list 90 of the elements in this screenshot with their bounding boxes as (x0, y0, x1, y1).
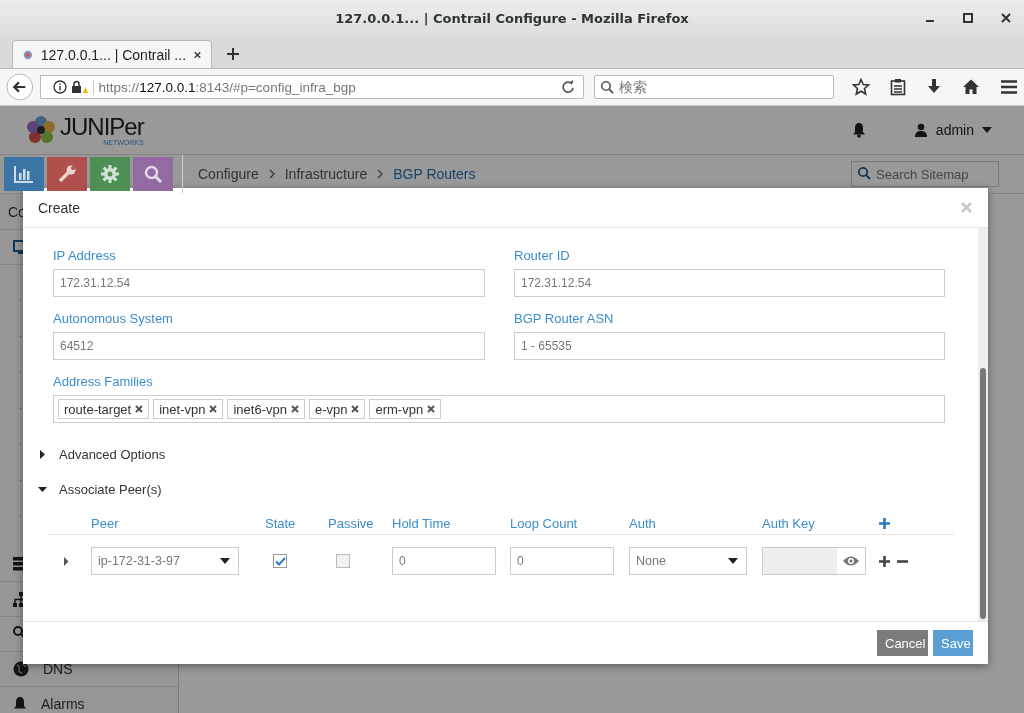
caret-icon (728, 558, 738, 564)
info-icon (52, 80, 67, 94)
auth-key-field[interactable] (762, 547, 866, 575)
add-icon[interactable] (879, 518, 890, 529)
save-button[interactable]: Save (933, 630, 973, 656)
tag-chip: erm-vpn (369, 399, 442, 419)
remove-icon[interactable] (135, 405, 144, 413)
column-header: Auth Key (762, 516, 816, 531)
breadcrumb-link[interactable]: BGP Routers (393, 166, 476, 182)
caret-icon (220, 558, 230, 564)
wrench-icon (57, 164, 77, 184)
breadcrumb-link[interactable]: Configure (198, 166, 259, 182)
chevron-icon (377, 169, 384, 179)
checkbox[interactable] (273, 554, 287, 568)
column-header: Loop Count (510, 516, 579, 531)
home-icon[interactable] (962, 78, 980, 96)
scrollbar[interactable] (978, 228, 988, 621)
gear-button[interactable] (90, 157, 130, 191)
close-icon[interactable] (194, 49, 201, 60)
add-icon[interactable] (879, 555, 890, 567)
text-field[interactable]: 172.31.12.54 (514, 269, 945, 297)
remove-icon[interactable] (427, 405, 436, 413)
dialog-title: Create (38, 199, 81, 216)
search-field[interactable]: 検索 (594, 75, 834, 99)
caret-right-icon[interactable] (62, 556, 70, 566)
column-header: Peer (91, 516, 120, 531)
section-toggle[interactable]: Advanced Options (38, 447, 166, 462)
wrench-button[interactable] (47, 157, 87, 191)
column-header: Hold Time (392, 516, 452, 531)
hold-time-field[interactable]: 0 (392, 547, 496, 575)
chevron-icon (268, 169, 275, 179)
remove-icon[interactable] (290, 405, 299, 413)
field-label: BGP Router ASN (514, 311, 615, 326)
caret-icon (982, 127, 992, 133)
column-header: State (265, 516, 297, 531)
url-field[interactable]: https://127.0.0.1:8143/#p=config_infra_bgp (39, 75, 584, 99)
lock-warning-icon (70, 80, 89, 94)
section-toggle[interactable]: Associate Peer(s) (38, 482, 162, 497)
bar-chart-icon (14, 165, 34, 183)
gear-icon (100, 164, 120, 184)
user-menu[interactable]: admin (913, 122, 992, 138)
checkbox[interactable] (336, 554, 350, 568)
eye-icon[interactable] (842, 555, 860, 567)
text-field[interactable]: 1 - 65535 (514, 332, 945, 360)
loop-count-field[interactable]: 0 (510, 547, 614, 575)
sidebar-item[interactable]: Alarms (0, 687, 178, 713)
clipboard-icon[interactable] (890, 78, 906, 96)
caret-right-icon (38, 450, 47, 459)
browser-tab[interactable]: 127.0.0.1... | Contrail ... (12, 40, 212, 68)
tag-chip: route-target (58, 399, 150, 419)
user-icon (913, 123, 928, 137)
tag-chip: e-vpn (308, 399, 366, 419)
peer-dropdown[interactable]: ip-172-31-3-97 (91, 547, 239, 575)
close-icon[interactable] (1000, 12, 1012, 24)
globe-icon (13, 661, 29, 677)
field-label: Router ID (514, 248, 571, 263)
column-header: Passive (328, 516, 375, 531)
field-label: Autonomous System (53, 311, 174, 326)
window-title: 127.0.0.1... | Contrail Configure - Mozilla Firefox (335, 10, 689, 26)
bell-icon (13, 696, 27, 712)
maximize-icon[interactable] (962, 12, 974, 24)
search-icon (143, 164, 163, 184)
search-icon (857, 166, 871, 180)
reload-icon[interactable] (561, 80, 575, 94)
url-text: https://127.0.0.1:8143/#p=config_infra_bgp (92, 79, 557, 95)
chart-button[interactable] (4, 157, 44, 191)
sitemap-search-field[interactable]: Search Sitemap (851, 161, 999, 187)
star-icon[interactable] (852, 78, 870, 96)
tag-field[interactable]: route-target inet-vpn inet6-vpn e-vpn erm-vpn (53, 395, 945, 423)
text-field[interactable]: 172.31.12.54 (53, 269, 485, 297)
remove-icon[interactable] (351, 405, 360, 413)
search-button[interactable] (133, 157, 173, 191)
tag-chip: inet-vpn (153, 399, 224, 419)
back-icon[interactable] (6, 72, 34, 102)
auth-dropdown[interactable]: None (629, 547, 747, 575)
remove-icon[interactable] (209, 405, 218, 413)
text-field[interactable]: 64512 (53, 332, 485, 360)
search-icon (600, 80, 614, 94)
flower-logo-icon (26, 115, 56, 145)
breadcrumb-link[interactable]: Infrastructure (284, 166, 368, 182)
field-label: Address Families (53, 374, 154, 389)
column-header: Auth (629, 516, 657, 531)
field-label: IP Address (53, 248, 117, 263)
tag-chip: inet6-vpn (227, 399, 305, 419)
new-tab-icon[interactable] (226, 47, 240, 61)
caret-down-icon (38, 485, 47, 494)
menu-icon[interactable] (1000, 79, 1018, 95)
cancel-button[interactable]: Cancel (877, 630, 928, 656)
bell-icon[interactable] (851, 122, 866, 138)
logo-text: JUNIPer (60, 114, 144, 139)
